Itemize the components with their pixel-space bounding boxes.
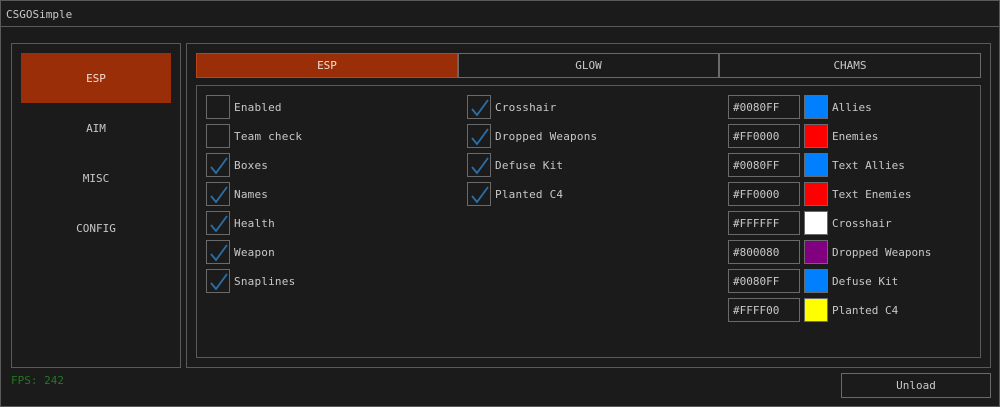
- color-row-planted-c4: Planted C4: [728, 298, 898, 322]
- esp-settings-panel: Enabled Team check Boxes Names Health Weapon S…: [196, 85, 981, 358]
- hex-color-input-dropped-weapons[interactable]: [728, 240, 800, 264]
- checkbox-defuse-kit[interactable]: [467, 153, 491, 177]
- unload-button[interactable]: Unload: [841, 373, 991, 398]
- color-row-allies: Allies: [728, 95, 872, 119]
- checkmark-icon: [471, 186, 489, 204]
- checkmark-icon: [210, 215, 228, 233]
- color-row-crosshair: Crosshair: [728, 211, 892, 235]
- checkbox-label: Health: [234, 216, 275, 230]
- checkbox-row-planted-c4: Planted C4: [467, 182, 563, 206]
- checkbox-row-team-check: Team check: [206, 124, 302, 148]
- color-swatch-allies[interactable]: [804, 95, 828, 119]
- checkbox-dropped-weapons[interactable]: [467, 124, 491, 148]
- color-label: Text Allies: [832, 158, 905, 172]
- color-swatch-enemies[interactable]: [804, 124, 828, 148]
- checkmark-icon: [210, 273, 228, 291]
- main-panel: ESP GLOW CHAMS Enabled Team check Boxes Nam…: [186, 43, 991, 368]
- checkbox-row-boxes: Boxes: [206, 153, 268, 177]
- title-bar[interactable]: CSGOSimple: [1, 1, 999, 27]
- checkbox-row-weapon: Weapon: [206, 240, 275, 264]
- checkbox-row-defuse-kit: Defuse Kit: [467, 153, 563, 177]
- checkbox-weapon[interactable]: [206, 240, 230, 264]
- color-row-text-allies: Text Allies: [728, 153, 905, 177]
- checkbox-label: Defuse Kit: [495, 158, 564, 172]
- checkmark-icon: [210, 244, 228, 262]
- hex-color-input-allies[interactable]: [728, 95, 800, 119]
- checkbox-names[interactable]: [206, 182, 230, 206]
- color-label: Defuse Kit: [832, 274, 899, 288]
- tab-label: ESP: [317, 59, 337, 72]
- checkbox-team-check[interactable]: [206, 124, 230, 148]
- unload-button-label: Unload: [896, 379, 936, 392]
- hex-color-input-planted-c4[interactable]: [728, 298, 800, 322]
- checkmark-icon: [210, 186, 228, 204]
- checkmark-icon: [471, 157, 489, 175]
- color-swatch-planted-c4[interactable]: [804, 298, 828, 322]
- color-swatch-defuse-kit[interactable]: [804, 269, 828, 293]
- sidebar-item-config[interactable]: CONFIG: [21, 203, 171, 253]
- checkbox-row-health: Health: [206, 211, 275, 235]
- sidebar-item-label: AIM: [86, 121, 106, 135]
- color-label: Text Enemies: [832, 187, 912, 201]
- color-swatch-dropped-weapons[interactable]: [804, 240, 828, 264]
- checkbox-label: Snaplines: [234, 274, 296, 288]
- checkbox-label: Weapon: [234, 245, 275, 259]
- checkbox-row-crosshair: Crosshair: [467, 95, 556, 119]
- checkmark-icon: [471, 99, 489, 117]
- color-swatch-crosshair[interactable]: [804, 211, 828, 235]
- tab-glow[interactable]: GLOW: [458, 53, 719, 78]
- checkbox-snaplines[interactable]: [206, 269, 230, 293]
- sidebar-item-label: ESP: [86, 71, 106, 85]
- fps-counter: FPS: 242: [11, 374, 64, 387]
- hex-color-input-enemies[interactable]: [728, 124, 800, 148]
- checkbox-label: Crosshair: [495, 100, 557, 114]
- app-window: CSGOSimple ESP AIM MISC CONFIG ESP GLOW …: [0, 0, 1000, 407]
- checkbox-label: Dropped Weapons: [495, 129, 598, 143]
- color-label: Enemies: [832, 129, 879, 143]
- color-swatch-text-enemies[interactable]: [804, 182, 828, 206]
- checkbox-row-enabled: Enabled: [206, 95, 282, 119]
- color-row-dropped-weapons: Dropped Weapons: [728, 240, 931, 264]
- sidebar-item-label: MISC: [82, 171, 110, 185]
- checkbox-enabled[interactable]: [206, 95, 230, 119]
- color-label: Planted C4: [832, 303, 899, 317]
- checkmark-icon: [210, 157, 228, 175]
- checkbox-boxes[interactable]: [206, 153, 230, 177]
- checkbox-health[interactable]: [206, 211, 230, 235]
- tab-esp[interactable]: ESP: [196, 53, 458, 78]
- tab-chams[interactable]: CHAMS: [719, 53, 981, 78]
- checkmark-icon: [471, 128, 489, 146]
- sidebar-item-label: CONFIG: [76, 221, 116, 235]
- checkbox-crosshair[interactable]: [467, 95, 491, 119]
- hex-color-input-defuse-kit[interactable]: [728, 269, 800, 293]
- sidebar-item-aim[interactable]: AIM: [21, 103, 171, 153]
- checkbox-label: Names: [234, 187, 269, 201]
- color-row-text-enemies: Text Enemies: [728, 182, 911, 206]
- checkbox-label: Team check: [234, 129, 303, 143]
- hex-color-input-text-allies[interactable]: [728, 153, 800, 177]
- color-label: Allies: [832, 100, 872, 114]
- checkbox-label: Enabled: [234, 100, 282, 114]
- checkbox-row-dropped-weapons: Dropped Weapons: [467, 124, 597, 148]
- hex-color-input-crosshair[interactable]: [728, 211, 800, 235]
- sidebar-item-esp[interactable]: ESP: [21, 53, 171, 103]
- checkbox-planted-c4[interactable]: [467, 182, 491, 206]
- color-label: Dropped Weapons: [832, 245, 932, 259]
- checkbox-row-snaplines: Snaplines: [206, 269, 295, 293]
- sidebar: ESP AIM MISC CONFIG: [11, 43, 181, 368]
- hex-color-input-text-enemies[interactable]: [728, 182, 800, 206]
- checkbox-label: Boxes: [234, 158, 269, 172]
- color-row-enemies: Enemies: [728, 124, 878, 148]
- tab-label: CHAMS: [833, 59, 867, 72]
- window-title: CSGOSimple: [6, 8, 73, 21]
- tab-label: GLOW: [575, 59, 602, 72]
- color-label: Crosshair: [832, 216, 892, 230]
- color-row-defuse-kit: Defuse Kit: [728, 269, 898, 293]
- sidebar-item-misc[interactable]: MISC: [21, 153, 171, 203]
- checkbox-row-names: Names: [206, 182, 268, 206]
- checkbox-label: Planted C4: [495, 187, 564, 201]
- color-swatch-text-allies[interactable]: [804, 153, 828, 177]
